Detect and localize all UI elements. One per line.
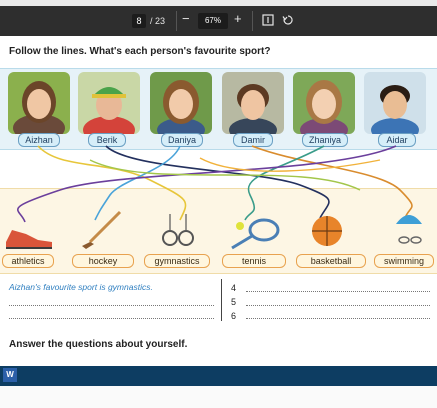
taskbar xyxy=(0,366,437,386)
answer-line xyxy=(9,305,214,306)
pdf-toolbar: 8 / 23 − 67% + xyxy=(0,6,437,36)
page-total-label: / 23 xyxy=(150,16,166,26)
exercise-title: Follow the lines. What's each person's f… xyxy=(9,46,271,57)
photo-daniya xyxy=(150,72,212,134)
tennis-racket-icon xyxy=(231,218,280,250)
answer-number: 4 xyxy=(231,283,237,293)
page-number-input[interactable]: 8 xyxy=(132,14,146,28)
column-divider xyxy=(221,279,222,321)
running-shoes-icon xyxy=(6,230,52,249)
photo-aidar xyxy=(364,72,426,134)
answer-line xyxy=(9,318,214,319)
gymnastics-rings-icon xyxy=(162,214,194,246)
swimming-cap-icon xyxy=(396,215,422,244)
answer-number: 6 xyxy=(231,311,237,321)
zoom-level-field[interactable]: 67% xyxy=(198,13,228,29)
zoom-in-button[interactable]: + xyxy=(234,12,242,26)
sport-label-gymnastics: gymnastics xyxy=(144,254,210,268)
photo-aizhan xyxy=(8,72,70,134)
toolbar-divider xyxy=(252,11,253,31)
sport-label-hockey: hockey xyxy=(72,254,134,268)
toolbar-divider xyxy=(176,11,177,31)
example-answer: Aizhan's favourite sport is gymnastics. xyxy=(9,282,153,292)
section-heading: Answer the questions about yourself. xyxy=(9,339,188,350)
rotate-icon[interactable] xyxy=(282,14,294,26)
photo-zhaniya xyxy=(293,72,355,134)
photo-berik xyxy=(78,72,140,134)
tangled-lines xyxy=(17,145,413,223)
bottom-area xyxy=(0,386,437,408)
sport-label-basketball: basketball xyxy=(296,254,366,268)
sport-label-tennis: tennis xyxy=(222,254,286,268)
answer-line xyxy=(246,305,430,306)
sport-label-swimming: swimming xyxy=(374,254,434,268)
basketball-icon xyxy=(312,216,342,246)
fit-page-icon[interactable] xyxy=(262,14,274,26)
sport-label-athletics: athletics xyxy=(2,254,54,268)
answer-line xyxy=(246,318,430,319)
zoom-out-button[interactable]: − xyxy=(182,12,190,26)
answer-line xyxy=(246,291,430,292)
word-icon[interactable]: W xyxy=(3,368,17,382)
photo-damir xyxy=(222,72,284,134)
answer-number: 5 xyxy=(231,297,237,307)
hockey-stick-icon xyxy=(82,210,122,249)
